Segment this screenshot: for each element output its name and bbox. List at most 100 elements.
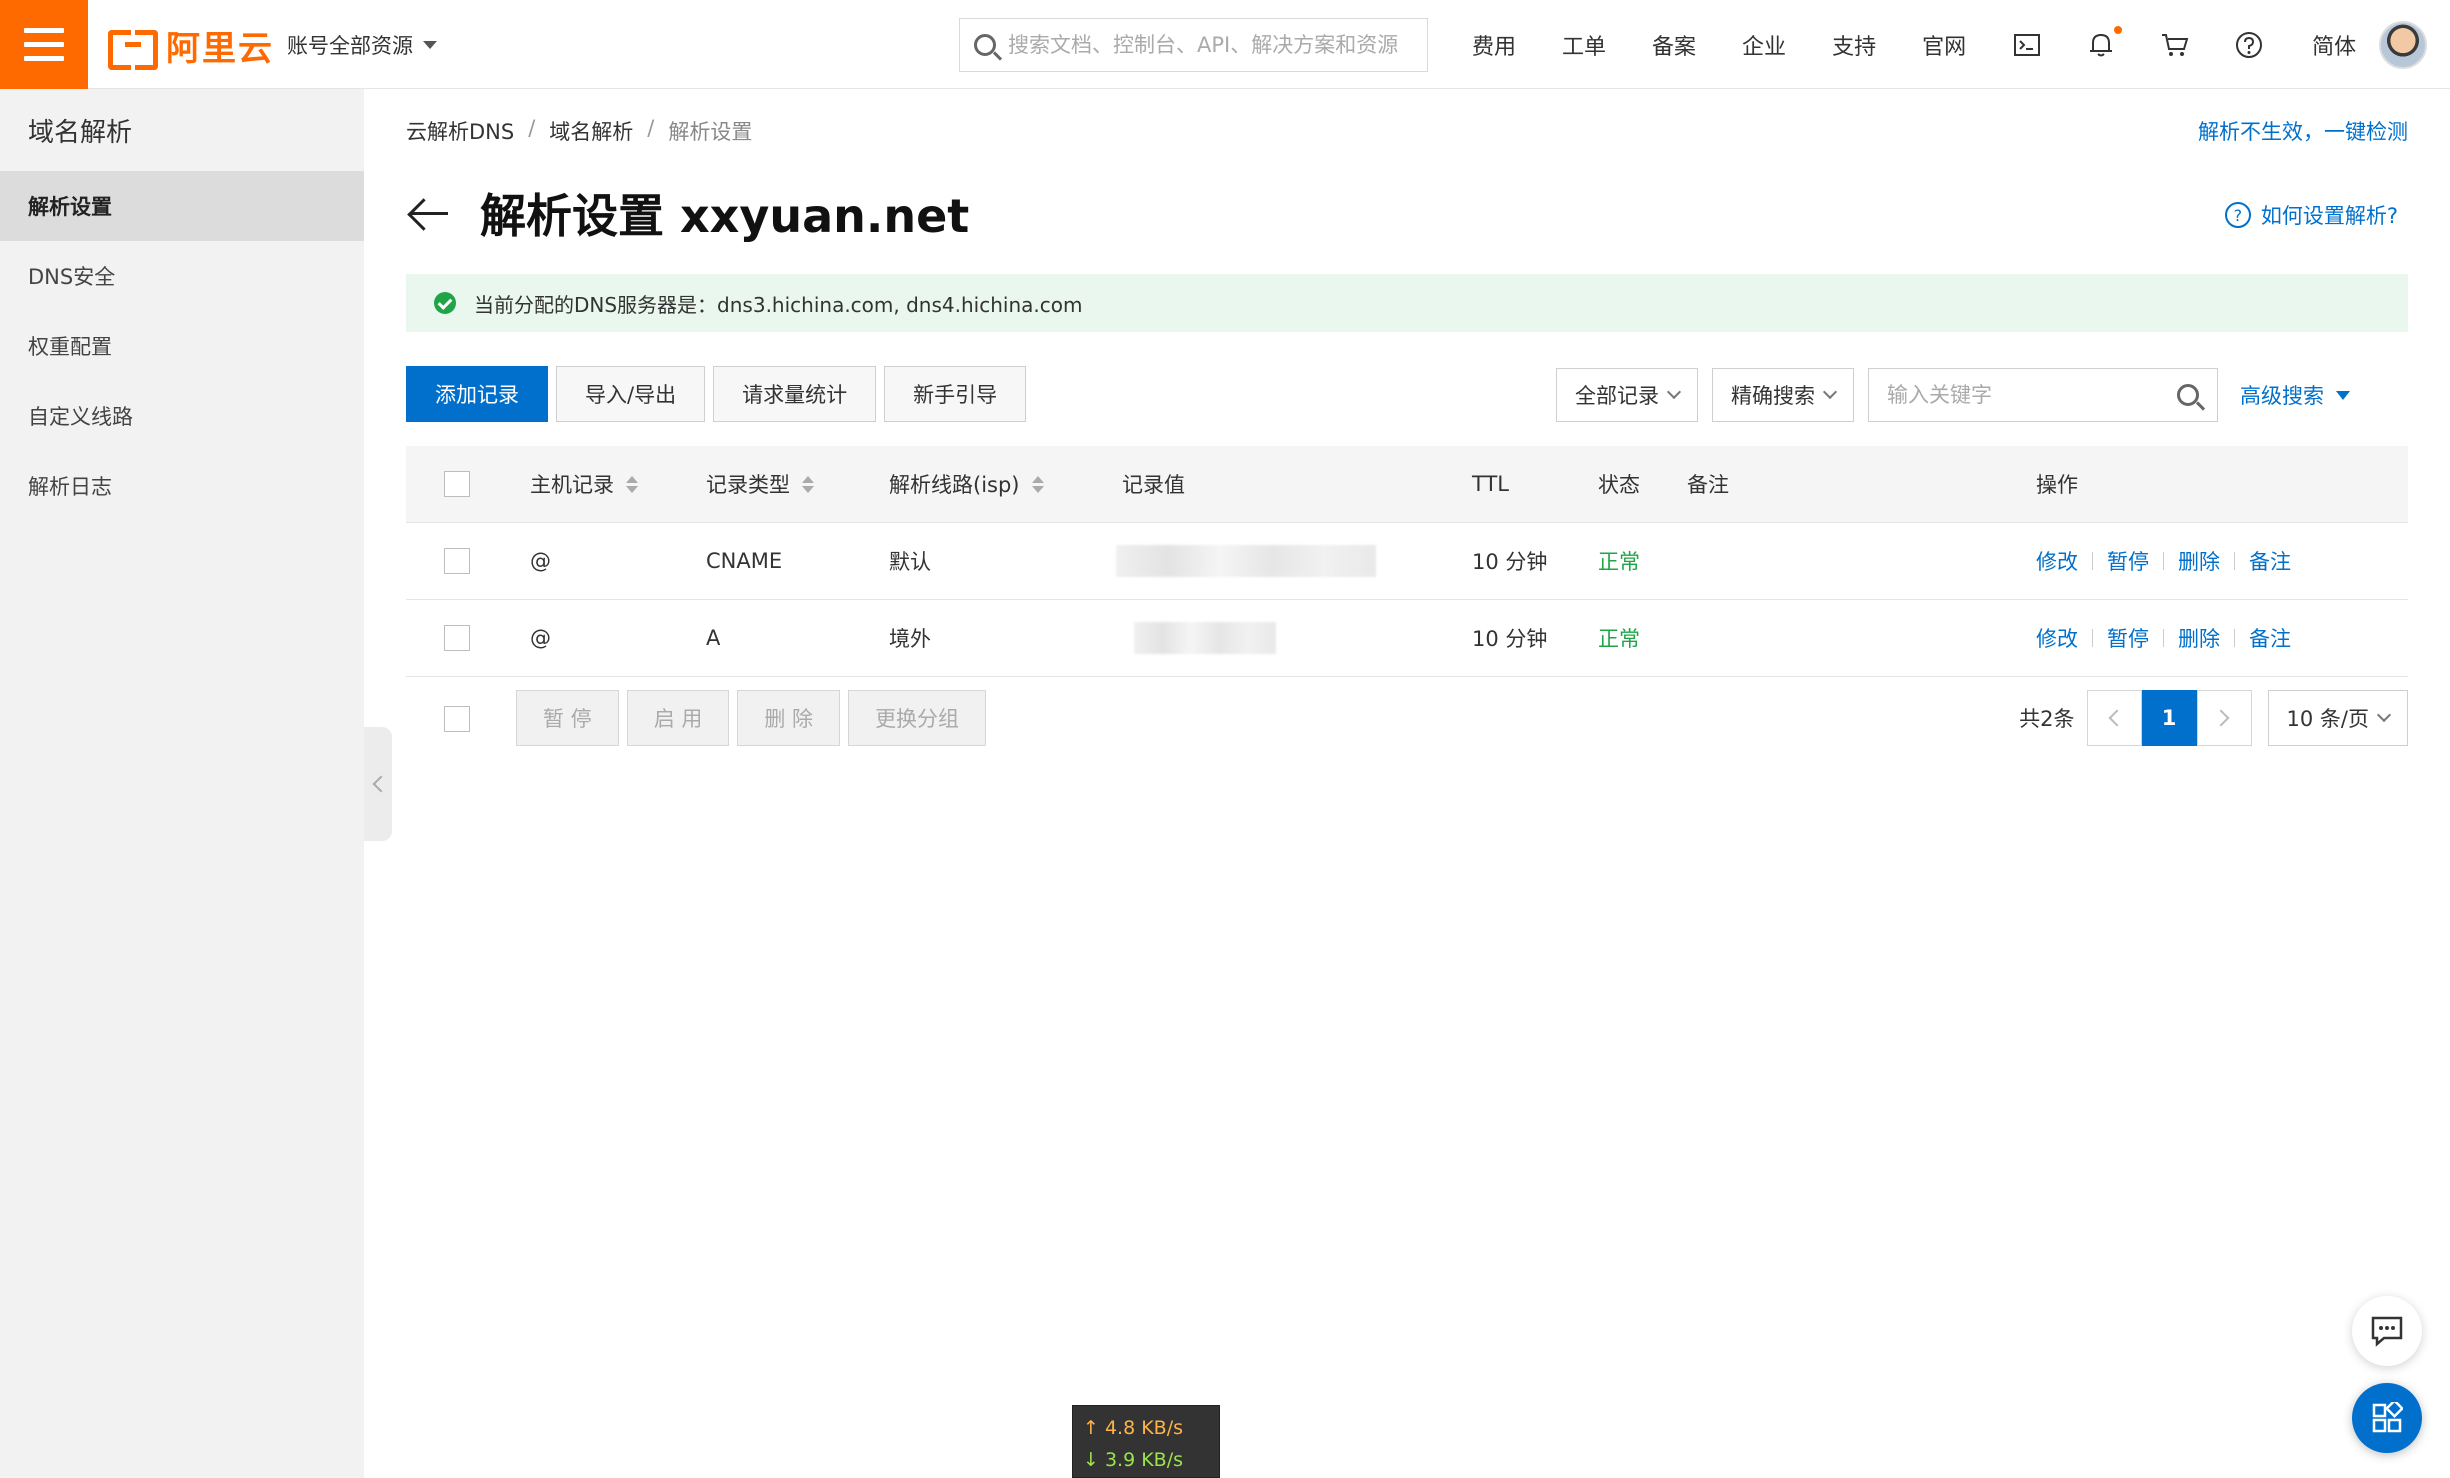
search-mode-select[interactable]: 精确搜索: [1712, 368, 1854, 422]
pause-link[interactable]: 暂停: [2093, 546, 2163, 576]
col-remark: 备注: [1687, 469, 1729, 499]
record-filters: 全部记录 精确搜索 高级搜索: [1556, 368, 2350, 422]
cell-host: @: [530, 549, 551, 573]
cell-ttl: 10 分钟: [1472, 627, 1548, 651]
keyword-input[interactable]: [1887, 383, 2147, 407]
pause-link[interactable]: 暂停: [2093, 623, 2163, 653]
import-export-button[interactable]: 导入/导出: [556, 366, 706, 422]
checkbox[interactable]: [444, 548, 470, 574]
breadcrumb-current: 解析设置: [668, 120, 753, 144]
apps-grid-icon[interactable]: [2352, 1383, 2422, 1453]
edit-link[interactable]: 修改: [2036, 546, 2092, 576]
row-actions: 修改 暂停 删除 备注: [2036, 623, 2305, 653]
row-checkbox[interactable]: [444, 548, 470, 574]
bulk-select-checkbox[interactable]: [444, 706, 470, 732]
checkbox[interactable]: [444, 471, 470, 497]
col-type[interactable]: 记录类型: [706, 469, 814, 499]
bulk-pause-button[interactable]: 暂 停: [516, 690, 619, 746]
language-switch[interactable]: 简体: [2312, 29, 2356, 61]
breadcrumb-domain[interactable]: 域名解析: [549, 116, 633, 146]
bulk-enable-button[interactable]: 启 用: [626, 690, 730, 746]
record-scope-select[interactable]: 全部记录: [1556, 368, 1698, 422]
help-icon[interactable]: [2234, 30, 2264, 60]
sidebar-item-dns-logs[interactable]: 解析日志: [0, 451, 364, 521]
col-actions: 操作: [2036, 469, 2078, 499]
add-record-button[interactable]: 添加记录: [406, 366, 548, 422]
table-header: 主机记录 记录类型 解析线路(isp) 记录值 TTL 状态 备注 操作: [406, 446, 2408, 523]
col-host[interactable]: 主机记录: [530, 469, 638, 499]
breadcrumb-dns[interactable]: 云解析DNS: [406, 116, 514, 146]
nav-tickets[interactable]: 工单: [1562, 29, 1606, 61]
col-line-label: 解析线路(isp): [889, 473, 1020, 497]
global-search-input[interactable]: [1008, 33, 1408, 57]
select-all-checkbox[interactable]: [444, 471, 470, 497]
row-checkbox[interactable]: [444, 625, 470, 651]
request-stats-button[interactable]: 请求量统计: [713, 366, 877, 422]
remark-link[interactable]: 备注: [2235, 546, 2305, 576]
sidebar-item-dns-security[interactable]: DNS安全: [0, 241, 364, 311]
terminal-icon[interactable]: [2012, 30, 2042, 60]
row-actions: 修改 暂停 删除 备注: [2036, 546, 2305, 576]
redacted-value: [1116, 545, 1376, 577]
nav-fees[interactable]: 费用: [1472, 29, 1516, 61]
sort-icon[interactable]: [802, 475, 814, 493]
col-line[interactable]: 解析线路(isp): [889, 469, 1044, 499]
how-to-setup-label: 如何设置解析?: [2260, 204, 2398, 228]
nav-support[interactable]: 支持: [1832, 29, 1876, 61]
sidebar-item-custom-lines[interactable]: 自定义线路: [0, 381, 364, 451]
cell-value-redacted: [1134, 622, 1276, 654]
col-ttl: TTL: [1472, 472, 1509, 496]
remark-link[interactable]: 备注: [2235, 623, 2305, 653]
col-actions-label: 操作: [2036, 473, 2078, 497]
search-icon[interactable]: [2177, 384, 2199, 406]
menu-icon[interactable]: [0, 0, 88, 89]
beginner-guide-button[interactable]: 新手引导: [884, 366, 1027, 422]
sort-icon[interactable]: [1031, 475, 1044, 493]
page-size-select[interactable]: 10 条/页: [2267, 690, 2408, 746]
breadcrumb-separator: /: [528, 116, 536, 140]
chevron-left-icon: [2108, 709, 2126, 727]
cell-value-redacted: [1116, 545, 1376, 577]
next-page-button[interactable]: [2196, 690, 2252, 746]
bulk-delete-button[interactable]: 删 除: [737, 690, 841, 746]
col-ttl-label: TTL: [1472, 472, 1509, 496]
bulk-change-group-button[interactable]: 更换分组: [848, 690, 987, 746]
bell-icon[interactable]: [2086, 25, 2123, 60]
keyword-search[interactable]: [1868, 368, 2218, 422]
top-bar: 阿里云 账号全部资源 费用 工单 备案 企业 支持 官网 简体: [0, 0, 2450, 89]
sidebar-item-weight-config[interactable]: 权重配置: [0, 311, 364, 381]
col-status: 状态: [1598, 469, 1640, 499]
checkbox[interactable]: [444, 625, 470, 651]
sort-icon[interactable]: [626, 475, 638, 493]
nav-enterprise[interactable]: 企业: [1742, 29, 1786, 61]
cell-type: CNAME: [706, 549, 783, 573]
nav-official-site[interactable]: 官网: [1922, 29, 1966, 61]
cart-icon[interactable]: [2160, 30, 2190, 60]
total-count: 共2条: [2019, 707, 2075, 731]
chevron-down-icon: [1822, 384, 1838, 400]
global-search[interactable]: [959, 18, 1428, 72]
sidebar-collapse-handle[interactable]: [364, 727, 392, 841]
sidebar-item-dns-settings[interactable]: 解析设置: [0, 171, 364, 241]
account-scope-dropdown[interactable]: 账号全部资源: [287, 30, 437, 60]
nav-icp[interactable]: 备案: [1652, 29, 1696, 61]
how-to-setup-link[interactable]: ? 如何设置解析?: [2224, 200, 2398, 230]
record-scope-value: 全部记录: [1575, 384, 1659, 408]
logo[interactable]: 阿里云: [108, 25, 274, 70]
back-arrow-icon[interactable]: [406, 193, 450, 233]
question-icon: ?: [2224, 202, 2251, 228]
upload-speed-value: 4.8 KB/s: [1104, 1417, 1184, 1439]
delete-link[interactable]: 删除: [2164, 623, 2234, 653]
delete-link[interactable]: 删除: [2164, 546, 2234, 576]
bulk-action-bar: 暂 停 启 用 删 除 更换分组 共2条 1 10 条/页: [406, 684, 2408, 754]
check-resolution-link[interactable]: 解析不生效，一键检测: [2198, 116, 2408, 146]
chat-icon[interactable]: [2352, 1296, 2422, 1366]
page-number[interactable]: 1: [2141, 690, 2197, 746]
col-value: 记录值: [1122, 469, 1185, 499]
avatar[interactable]: [2379, 21, 2427, 69]
prev-page-button[interactable]: [2086, 690, 2142, 746]
advanced-search-toggle[interactable]: 高级搜索: [2240, 380, 2350, 410]
edit-link[interactable]: 修改: [2036, 623, 2092, 653]
cell-line: 境外: [889, 627, 931, 651]
record-toolbar: 添加记录 导入/导出 请求量统计 新手引导: [406, 366, 1027, 422]
